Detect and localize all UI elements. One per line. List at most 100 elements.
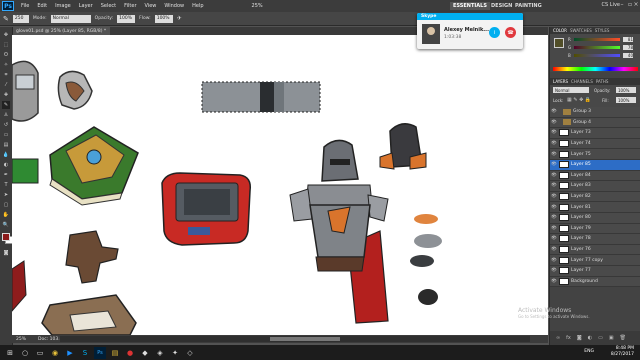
visibility-eye-icon[interactable]: 👁 (551, 258, 557, 263)
layer-row[interactable]: 👁 Layer 85 (550, 159, 640, 171)
layer-row[interactable]: 👁 Layer 73 (550, 128, 640, 139)
eyedropper-tool-icon[interactable]: ⁄ (2, 81, 10, 89)
close-icon[interactable]: × (632, 1, 640, 10)
trash-icon[interactable]: 🗑 (620, 335, 626, 341)
foreground-color-swatch[interactable] (2, 233, 10, 241)
visibility-eye-icon[interactable]: 👁 (551, 162, 557, 167)
blend-mode-select[interactable]: Normal (553, 87, 589, 93)
app-icon-a[interactable]: ◆ (139, 347, 151, 359)
media-player-icon[interactable]: ▶ (64, 347, 76, 359)
call-options-button[interactable]: i (489, 27, 500, 38)
layer-row[interactable]: 👁 Group 4 (550, 117, 640, 129)
blur-tool-icon[interactable]: 💧 (2, 151, 10, 159)
move-tool-icon[interactable]: ✥ (2, 31, 10, 39)
skype-taskbar-icon[interactable]: S (79, 347, 91, 359)
marquee-tool-icon[interactable]: ⬚ (2, 41, 10, 49)
green-slider[interactable] (574, 46, 620, 49)
status-zoom[interactable]: 25% (16, 337, 26, 342)
layer-opacity-input[interactable]: 100% (616, 87, 636, 93)
menu-layer[interactable]: Layer (75, 3, 97, 9)
fx-icon[interactable]: fx (566, 335, 571, 341)
visibility-eye-icon[interactable]: 👁 (551, 247, 557, 252)
mode-select[interactable]: Normal (50, 14, 91, 23)
link-icon[interactable]: ∞ (556, 335, 560, 341)
layer-row[interactable]: 👁 Group 3 (550, 107, 640, 118)
gradient-tool-icon[interactable]: ▤ (2, 141, 10, 149)
visibility-eye-icon[interactable]: 👁 (551, 236, 557, 241)
quick-mask-icon[interactable]: ◙ (2, 249, 10, 257)
layer-row[interactable]: 👁 Background (550, 276, 640, 288)
visibility-eye-icon[interactable]: 👁 (551, 268, 557, 273)
mask-icon[interactable]: ◙ (577, 335, 582, 341)
layer-row[interactable]: 👁 Layer 75 (550, 149, 640, 160)
green-value[interactable]: 78 (623, 45, 633, 50)
tab-layers[interactable]: LAYERS (553, 79, 568, 84)
visibility-eye-icon[interactable]: 👁 (551, 215, 557, 220)
visibility-eye-icon[interactable]: 👁 (551, 173, 557, 178)
flow-input[interactable]: 100% (154, 14, 173, 23)
windows-start-icon[interactable]: ⊞ (4, 347, 16, 359)
minimize-icon[interactable]: – (618, 1, 626, 10)
shape-tool-icon[interactable]: ▢ (2, 201, 10, 209)
red-slider[interactable] (574, 38, 620, 41)
hand-tool-icon[interactable]: ✋ (2, 211, 10, 219)
blue-value[interactable]: 40 (623, 53, 633, 58)
system-clock[interactable]: 8:48 PM 8/27/2017 (611, 346, 634, 358)
zoom-level[interactable]: 25% (248, 3, 267, 9)
zoom-tool-icon[interactable]: 🔍 (2, 221, 10, 229)
app-icon-c[interactable]: ✦ (169, 347, 181, 359)
airbrush-icon[interactable]: ✈ (177, 15, 182, 22)
opacity-input[interactable]: 100% (117, 14, 136, 23)
visibility-eye-icon[interactable]: 👁 (551, 226, 557, 231)
type-tool-icon[interactable]: T (2, 181, 10, 189)
workspace-essentials[interactable]: ESSENTIALS (450, 2, 490, 10)
lock-icons[interactable]: ▦ ✎ ✥ 🔒 (567, 97, 591, 103)
new-layer-icon[interactable]: ▣ (609, 335, 614, 341)
brush-tool-icon[interactable]: ✎ (2, 101, 10, 109)
canvas[interactable] (12, 35, 548, 335)
workspace-painting[interactable]: PAINTING (512, 2, 545, 10)
menu-window[interactable]: Window (160, 3, 188, 9)
brush-tool-icon[interactable]: ✎ (3, 15, 9, 23)
path-select-tool-icon[interactable]: ➤ (2, 191, 10, 199)
visibility-eye-icon[interactable]: 👁 (551, 279, 557, 284)
folder-icon[interactable]: ▭ (598, 335, 603, 341)
chrome-icon[interactable]: ◉ (49, 347, 61, 359)
color-spectrum-bar[interactable] (553, 67, 638, 71)
color-panel-foreground[interactable] (554, 38, 564, 48)
eraser-tool-icon[interactable]: ▭ (2, 131, 10, 139)
adjustment-icon[interactable]: ◐ (588, 335, 592, 341)
layer-row[interactable]: 👁 Layer 84 (550, 170, 640, 182)
task-view-icon[interactable]: ▭ (34, 347, 46, 359)
end-call-button[interactable]: ☎ (505, 27, 516, 38)
clone-stamp-tool-icon[interactable]: ♙ (2, 111, 10, 119)
tab-paths[interactable]: PATHS (596, 79, 609, 84)
menu-help[interactable]: Help (188, 3, 207, 9)
photoshop-taskbar-icon[interactable]: Ps (94, 346, 106, 359)
menu-file[interactable]: File (17, 3, 33, 9)
cortana-icon[interactable]: ○ (19, 347, 31, 359)
layer-row[interactable]: 👁 Layer 82 (550, 191, 640, 203)
layer-row[interactable]: 👁 Layer 74 (550, 138, 640, 150)
dodge-tool-icon[interactable]: ◐ (2, 161, 10, 169)
menu-edit[interactable]: Edit (33, 3, 51, 9)
quick-select-tool-icon[interactable]: ✧ (2, 61, 10, 69)
pen-tool-icon[interactable]: ✒ (2, 171, 10, 179)
visibility-eye-icon[interactable]: 👁 (551, 109, 557, 114)
menu-image[interactable]: Image (51, 3, 75, 9)
layer-row[interactable]: 👁 Layer 81 (550, 202, 640, 213)
menu-select[interactable]: Select (97, 3, 120, 9)
red-value[interactable]: 81 (623, 37, 633, 42)
visibility-eye-icon[interactable]: 👁 (551, 120, 557, 125)
file-explorer-icon[interactable]: ▤ (109, 347, 121, 359)
app-icon-d[interactable]: ◇ (184, 347, 196, 359)
visibility-eye-icon[interactable]: 👁 (551, 152, 557, 157)
menu-filter[interactable]: Filter (120, 3, 140, 9)
scrollbar-thumb[interactable] (270, 337, 340, 341)
tab-channels[interactable]: CHANNELS (571, 79, 593, 84)
tab-swatches[interactable]: SWATCHES (570, 28, 592, 33)
lasso-tool-icon[interactable]: ʘ (2, 51, 10, 59)
healing-tool-icon[interactable]: ✚ (2, 91, 10, 99)
recorder-icon[interactable]: ● (124, 347, 136, 359)
layer-row[interactable]: 👁 Layer 80 (550, 212, 640, 224)
